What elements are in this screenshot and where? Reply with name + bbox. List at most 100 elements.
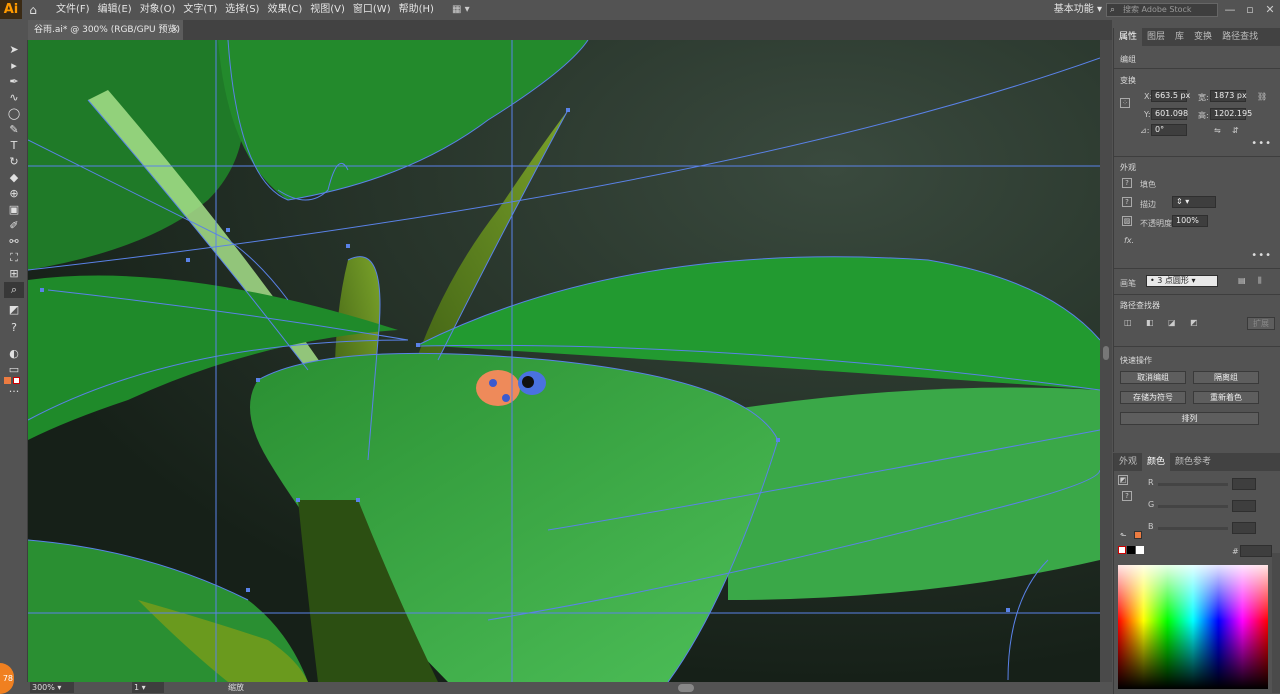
menu-view[interactable]: 视图(V) [306, 0, 349, 19]
none-color-swatch[interactable] [1118, 546, 1126, 554]
color-panel-scrollbar[interactable] [1272, 553, 1280, 693]
arrange-button[interactable]: 排列 [1120, 412, 1259, 425]
more-tools-icon[interactable]: ··· [4, 384, 24, 400]
home-icon[interactable]: ⌂ [22, 0, 44, 19]
vertical-scroll-thumb[interactable] [1103, 346, 1109, 360]
angle-field[interactable]: 0° [1151, 124, 1187, 136]
fill-stroke-toggle-icon[interactable]: ◩ [1118, 475, 1128, 485]
draw-mode-icon[interactable]: ◐ [4, 346, 24, 362]
ellipse-tool-icon[interactable]: ◯ [4, 106, 24, 122]
artboard-number-field[interactable]: 1 ▾ [132, 682, 164, 693]
intersect-icon[interactable]: ◪ [1168, 318, 1176, 327]
unite-icon[interactable]: ◫ [1124, 318, 1132, 327]
zoom-level-field[interactable]: 300% ▾ [30, 682, 74, 693]
save-as-symbol-button[interactable]: 存储为符号 [1120, 391, 1186, 404]
constrain-proportions-icon[interactable]: ⛓ [1257, 92, 1267, 101]
minus-front-icon[interactable]: ◧ [1146, 318, 1154, 327]
fill-swatch-icon[interactable]: ? [1122, 178, 1132, 188]
green-track[interactable] [1158, 505, 1228, 508]
maximize-icon[interactable]: ▫ [1240, 0, 1260, 19]
close-window-icon[interactable]: ✕ [1260, 0, 1280, 19]
recolor-button[interactable]: 重新着色 [1193, 391, 1259, 404]
green-value-field[interactable] [1232, 500, 1256, 512]
blue-value-field[interactable] [1232, 522, 1256, 534]
color-swatch[interactable] [4, 377, 11, 384]
tab-color[interactable]: 颜色 [1142, 453, 1171, 471]
stroke-swatch-icon[interactable]: ? [1122, 197, 1132, 207]
fill-stroke-icon[interactable]: ◩ [4, 302, 24, 318]
workspace-switcher[interactable]: 基本功能 ▾ [1054, 0, 1102, 19]
eraser-tool-icon[interactable]: ◆ [4, 170, 24, 186]
stroke-weight-field[interactable]: ⇕ ▾ [1172, 196, 1216, 208]
eyedropper-tool-icon[interactable]: ✐ [4, 218, 24, 234]
hex-field[interactable] [1240, 545, 1272, 557]
height-field[interactable]: 1202.195 [1210, 108, 1252, 120]
document-tab[interactable]: 谷雨.ai* @ 300% (RGB/GPU 预览) × [28, 20, 183, 40]
live-paint-tool-icon[interactable]: ⛶ [4, 250, 24, 266]
tab-appearance[interactable]: 外观 [1114, 453, 1142, 471]
type-tool-icon[interactable]: T [4, 138, 24, 154]
blend-tool-icon[interactable]: ⚯ [4, 234, 24, 250]
menu-object[interactable]: 对象(O) [136, 0, 180, 19]
reference-point-icon[interactable]: ⁘ [1120, 98, 1130, 108]
close-tab-icon[interactable]: × [171, 20, 179, 40]
black-color-swatch[interactable] [1127, 546, 1135, 554]
tab-layers[interactable]: 图层 [1142, 28, 1170, 46]
menu-type[interactable]: 文字(T) [179, 0, 221, 19]
width-field[interactable]: 1873 px [1210, 90, 1247, 102]
menu-window[interactable]: 窗口(W) [349, 0, 395, 19]
blue-slider[interactable]: B [1144, 522, 1274, 534]
tab-properties[interactable]: 属性 [1114, 28, 1143, 46]
flip-vertical-icon[interactable]: ⇵ [1232, 126, 1239, 135]
y-field[interactable]: 601.098 [1151, 108, 1188, 120]
shape-builder-tool-icon[interactable]: ⊕ [4, 186, 24, 202]
arrange-documents-icon[interactable]: ▦ ▾ [452, 4, 470, 15]
artboard-canvas[interactable] [28, 40, 1100, 682]
tab-color-guide[interactable]: 颜色参考 [1170, 453, 1216, 471]
flip-horizontal-icon[interactable]: ⇋ [1214, 126, 1221, 135]
tab-libraries[interactable]: 库 [1170, 28, 1189, 46]
paintbrush-tool-icon[interactable]: ✎ [4, 122, 24, 138]
isolate-group-button[interactable]: 隔离组 [1193, 371, 1259, 384]
horizontal-scroll-thumb[interactable] [678, 684, 694, 692]
menu-effect[interactable]: 效果(C) [263, 0, 306, 19]
vertical-scrollbar[interactable] [1100, 40, 1112, 682]
opacity-field[interactable]: 100% [1172, 215, 1208, 227]
stock-search-input[interactable]: ⌕ 搜索 Adobe Stock [1106, 3, 1218, 17]
screen-mode-icon[interactable]: ▭ [4, 362, 24, 378]
artboard-tool-icon[interactable]: ⊞ [4, 266, 24, 282]
exclude-icon[interactable]: ◩ [1190, 318, 1198, 327]
expand-button[interactable]: 扩展 [1247, 317, 1275, 330]
brush-library-icon[interactable]: ▤ [1238, 276, 1246, 285]
minimize-icon[interactable]: — [1220, 0, 1240, 19]
curvature-tool-icon[interactable]: ∿ [4, 90, 24, 106]
tab-transform[interactable]: 变换 [1189, 28, 1217, 46]
unknown-color-icon[interactable]: ? [1122, 491, 1132, 501]
pen-tool-icon[interactable]: ✒ [4, 74, 24, 90]
transform-more-icon[interactable]: ••• [1251, 138, 1272, 149]
red-value-field[interactable] [1232, 478, 1256, 490]
appearance-more-icon[interactable]: ••• [1251, 250, 1272, 261]
blue-track[interactable] [1158, 527, 1228, 530]
menu-help[interactable]: 帮助(H) [395, 0, 438, 19]
unknown-fill-icon[interactable]: ? [4, 320, 24, 336]
green-slider[interactable]: G [1144, 500, 1274, 512]
gradient-tool-icon[interactable]: ▣ [4, 202, 24, 218]
brush-options-icon[interactable]: ⫼ [1258, 276, 1262, 286]
white-color-swatch[interactable] [1136, 546, 1144, 554]
rotate-tool-icon[interactable]: ↻ [4, 154, 24, 170]
selection-tool-icon[interactable]: ➤ [4, 42, 24, 58]
x-field[interactable]: 663.5 px [1151, 90, 1190, 102]
fx-icon[interactable]: fx. [1124, 236, 1134, 245]
notification-badge[interactable]: 78 [0, 663, 14, 694]
menu-file[interactable]: 文件(F) [52, 0, 94, 19]
color-spectrum[interactable] [1118, 565, 1268, 689]
ungroup-button[interactable]: 取消编组 [1120, 371, 1186, 384]
menu-edit[interactable]: 编辑(E) [94, 0, 136, 19]
none-swatch[interactable] [13, 377, 20, 384]
menu-select[interactable]: 选择(S) [221, 0, 263, 19]
red-track[interactable] [1158, 483, 1228, 486]
out-of-gamut-icon[interactable]: ⬑ [1120, 531, 1127, 540]
tab-pathfinder[interactable]: 路径查找 [1217, 28, 1263, 46]
red-slider[interactable]: R [1144, 478, 1274, 490]
